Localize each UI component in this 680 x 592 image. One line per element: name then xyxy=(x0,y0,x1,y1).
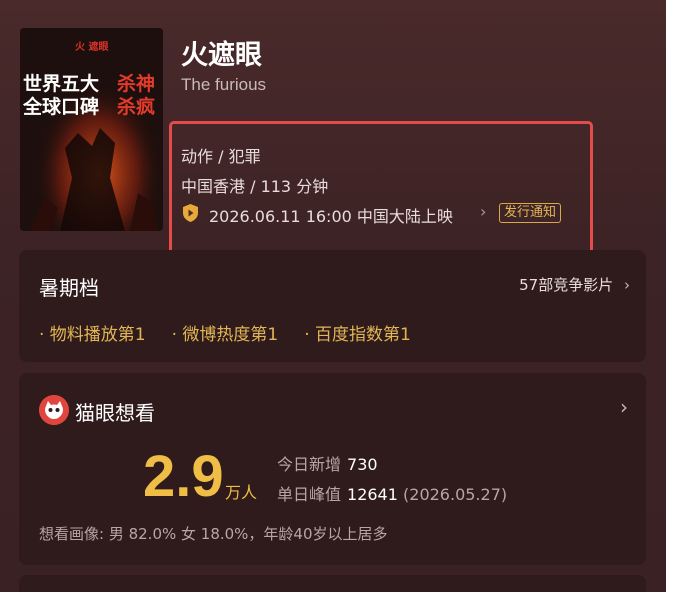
screen-margin xyxy=(666,0,680,592)
daily-peak-row: 单日峰值 12641 (2026.05.27) xyxy=(277,481,507,505)
chevron-right-icon[interactable]: › xyxy=(480,202,486,221)
today-new-label: 今日新增 xyxy=(277,455,342,474)
summer-season-card[interactable]: 暑期档 57部竞争影片 › · 物料播放第1 · 微博热度第1 · 百度指数第1 xyxy=(19,250,646,362)
release-shield-icon xyxy=(183,204,198,222)
rank-tag: · 物料播放第1 xyxy=(39,325,146,345)
rank-tag: · 百度指数第1 xyxy=(304,325,411,345)
release-info[interactable]: 2026.06.11 16:00 中国大陆上映 xyxy=(209,203,453,227)
competing-films-label: 57部竞争影片 xyxy=(519,276,614,294)
competing-films-link[interactable]: 57部竞争影片 › xyxy=(519,274,630,295)
movie-poster[interactable]: 火 遮眼 世界五大 杀神 全球口碑 杀疯 xyxy=(20,28,163,231)
today-new-row: 今日新增 730 xyxy=(277,451,378,475)
poster-art: 火 遮眼 世界五大 杀神 全球口碑 杀疯 xyxy=(20,28,163,231)
movie-english-title: The furious xyxy=(181,75,267,94)
maoyan-cat-icon xyxy=(39,395,69,425)
daily-peak-value: 12641 xyxy=(347,485,398,504)
region-duration-text: 中国香港 / 113 分钟 xyxy=(181,177,329,196)
genre-text: 动作 / 犯罪 xyxy=(181,147,261,166)
poster-logo: 火 遮眼 xyxy=(75,40,108,53)
poster-headline-1b: 杀神 xyxy=(117,72,155,95)
want-count: 2.9 xyxy=(143,444,224,509)
want-to-see-card[interactable]: 猫眼想看 › 2.9 万人 今日新增 730 单日峰值 12641 (2026.05… xyxy=(19,373,646,565)
poster-headline-1a: 世界五大 xyxy=(23,72,99,95)
movie-title: 火遮眼 xyxy=(181,40,262,71)
rank-tags: · 物料播放第1 · 微博热度第1 · 百度指数第1 xyxy=(39,320,411,345)
movie-detail-page: 火 遮眼 世界五大 杀神 全球口碑 杀疯 火遮眼 The furious 动作 … xyxy=(0,0,666,592)
chevron-right-icon[interactable]: › xyxy=(620,395,628,419)
summer-title: 暑期档 xyxy=(39,276,99,300)
release-notify-button[interactable]: 发行通知 xyxy=(499,203,562,223)
want-to-see-title: 猫眼想看 xyxy=(75,401,155,425)
chevron-right-icon: › xyxy=(624,276,630,294)
rank-tag: · 微博热度第1 xyxy=(171,325,279,345)
daily-peak-label: 单日峰值 xyxy=(277,485,342,504)
daily-peak-date: (2026.05.27) xyxy=(403,485,508,504)
want-count-unit: 万人 xyxy=(225,483,258,502)
today-new-value: 730 xyxy=(347,455,378,474)
poster-headline-2b: 杀疯 xyxy=(117,95,155,118)
audience-portrait: 想看画像: 男 82.0% 女 18.0%，年龄40岁以上居多 xyxy=(39,525,388,543)
poster-headline-2a: 全球口碑 xyxy=(22,95,99,118)
next-card xyxy=(19,575,646,592)
